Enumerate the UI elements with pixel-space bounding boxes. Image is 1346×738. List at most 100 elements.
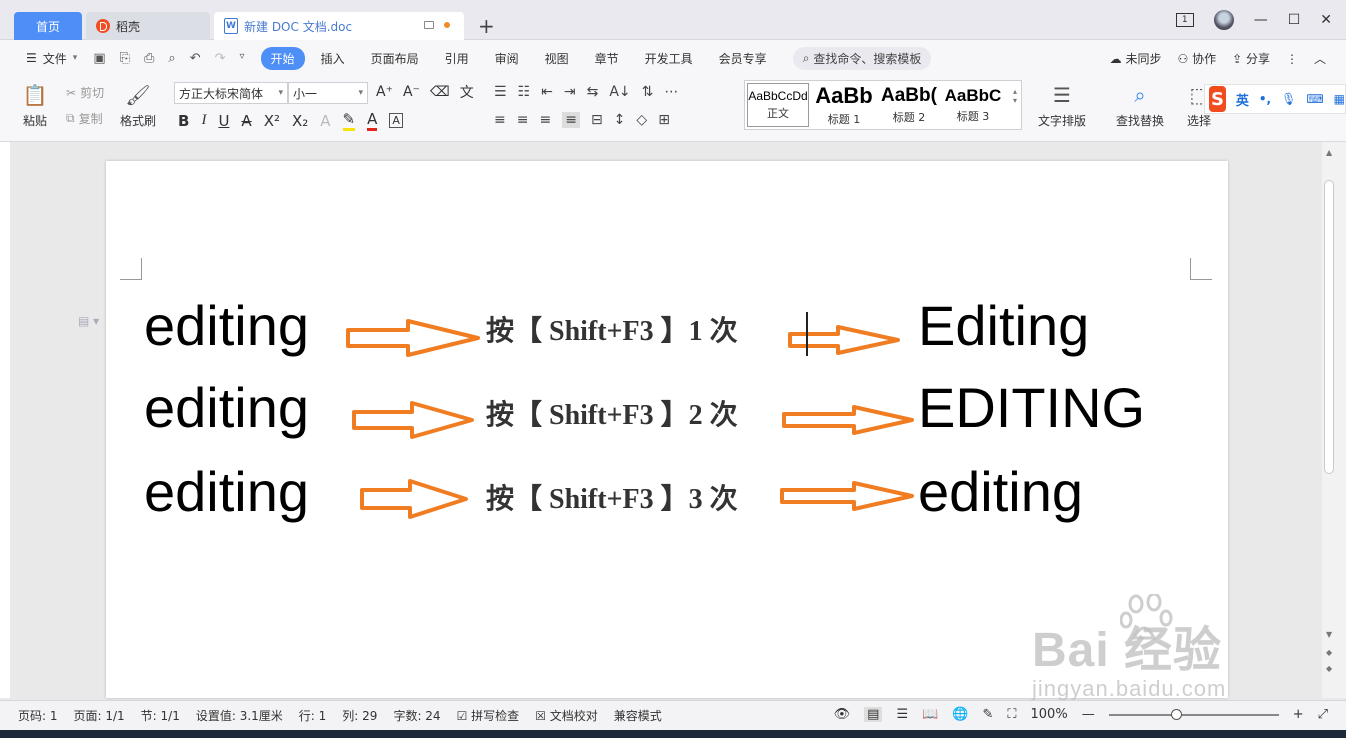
- tab-references[interactable]: 引用: [445, 50, 469, 67]
- justify-icon[interactable]: ≡: [562, 112, 580, 128]
- font-color-icon[interactable]: A: [367, 110, 378, 131]
- redo-icon[interactable]: ↷: [215, 51, 226, 66]
- status-column[interactable]: 列: 29: [342, 707, 377, 724]
- char-border-icon[interactable]: A: [389, 113, 403, 128]
- tab-section[interactable]: 章节: [595, 50, 619, 67]
- zoom-slider[interactable]: [1108, 708, 1279, 720]
- grow-font-icon[interactable]: A⁺: [376, 84, 393, 100]
- numbered-list-icon[interactable]: ☷: [518, 84, 531, 100]
- proofread-toggle[interactable]: ☒ 文档校对: [535, 707, 598, 724]
- tab-start[interactable]: 开始: [260, 46, 305, 70]
- tab-page-layout[interactable]: 页面布局: [371, 50, 419, 67]
- cut-button[interactable]: ✂ 剪切: [66, 84, 104, 101]
- fullscreen-icon[interactable]: ⤢: [1318, 707, 1328, 722]
- highlight-icon[interactable]: ✎: [342, 110, 356, 131]
- shading-icon[interactable]: ◇: [636, 112, 647, 128]
- clear-format-icon[interactable]: ⌫: [430, 84, 450, 100]
- export-icon[interactable]: ⎘: [120, 51, 130, 66]
- keyboard-icon[interactable]: ⌨: [1306, 92, 1323, 106]
- underline-icon[interactable]: U: [218, 112, 229, 130]
- align-center-icon[interactable]: ≡: [517, 112, 529, 128]
- format-painter-button[interactable]: 🖌 格式刷: [120, 80, 156, 129]
- text-effect-icon[interactable]: A: [320, 112, 330, 130]
- undo-icon[interactable]: ↶: [190, 51, 201, 66]
- punctuation-icon[interactable]: •,: [1259, 92, 1271, 106]
- text-direction-icon[interactable]: A↓: [609, 84, 630, 100]
- tab-document[interactable]: W 新建 DOC 文档.doc: [214, 12, 464, 40]
- print-preview-icon[interactable]: ⌕: [168, 51, 175, 66]
- collaborate-button[interactable]: ⚇ 协作: [1178, 50, 1217, 67]
- minimize-button[interactable]: —: [1254, 12, 1268, 28]
- scroll-down-icon[interactable]: ▼: [1326, 630, 1332, 639]
- save-icon[interactable]: ▣: [93, 51, 105, 66]
- writing-mode-icon[interactable]: ✎: [983, 707, 994, 722]
- status-word-count[interactable]: 字数: 24: [393, 707, 440, 724]
- borders-icon[interactable]: ⊞: [658, 112, 670, 128]
- style-heading-3[interactable]: AaBbC 标题 3: [941, 81, 1005, 129]
- eye-protection-icon[interactable]: 👁: [834, 707, 851, 722]
- sync-status[interactable]: ☁ 未同步: [1110, 50, 1162, 67]
- zoom-slider-knob[interactable]: [1170, 708, 1182, 720]
- command-search[interactable]: ⌕ 查找命令、搜索模板: [792, 46, 932, 70]
- tab-insert[interactable]: 插入: [321, 50, 345, 67]
- sort-icon[interactable]: ⇅: [642, 84, 654, 100]
- font-size-select[interactable]: 小一: [288, 82, 368, 104]
- new-tab-button[interactable]: +: [478, 14, 495, 38]
- close-button[interactable]: ✕: [1320, 12, 1332, 28]
- distributed-icon[interactable]: ⊟: [591, 112, 603, 128]
- fit-page-icon[interactable]: ⛶: [1007, 707, 1016, 722]
- outline-view-icon[interactable]: ☰: [896, 707, 908, 722]
- subscript-icon[interactable]: X₂: [292, 112, 308, 130]
- customize-icon[interactable]: ▿: [240, 51, 245, 66]
- chinese-layout-icon[interactable]: ⇆: [587, 84, 599, 100]
- restore-button[interactable]: ☐: [1288, 12, 1301, 28]
- text-layout-button[interactable]: ☰ 文字排版: [1038, 80, 1086, 129]
- shrink-font-icon[interactable]: A⁻: [403, 84, 420, 100]
- tab-home[interactable]: 首页: [14, 12, 82, 40]
- status-setting[interactable]: 设置值: 3.1厘米: [196, 707, 283, 724]
- status-pages[interactable]: 页面: 1/1: [74, 707, 125, 724]
- zoom-out-icon[interactable]: —: [1082, 707, 1095, 722]
- superscript-icon[interactable]: X²: [264, 112, 280, 130]
- style-heading-1[interactable]: AaBb 标题 1: [811, 81, 877, 129]
- page-view-icon[interactable]: ▤: [864, 707, 883, 722]
- ime-language[interactable]: 英: [1236, 90, 1249, 109]
- compat-mode[interactable]: 兼容模式: [614, 707, 662, 724]
- tab-member[interactable]: 会员专享: [719, 50, 767, 67]
- file-menu[interactable]: ☰ 文件 ▾: [26, 50, 77, 67]
- avatar[interactable]: [1213, 10, 1234, 30]
- document-outline-icon[interactable]: ▤ ▾: [78, 314, 99, 328]
- find-replace-button[interactable]: ⌕ 查找替换: [1116, 80, 1164, 129]
- font-name-select[interactable]: 方正大标宋简体: [174, 82, 288, 104]
- tab-view[interactable]: 视图: [545, 50, 569, 67]
- print-icon[interactable]: ⎙: [144, 51, 154, 66]
- style-heading-2[interactable]: AaBb( 标题 2: [877, 81, 941, 129]
- strikethrough-icon[interactable]: A: [241, 112, 251, 130]
- style-gallery-scroll-icon[interactable]: ▴ ▾: [1013, 87, 1017, 105]
- prev-page-icon[interactable]: ◆: [1326, 648, 1332, 657]
- decrease-indent-icon[interactable]: ⇤: [541, 84, 553, 100]
- status-section[interactable]: 节: 1/1: [141, 707, 180, 724]
- collapse-ribbon-icon[interactable]: ︿: [1314, 50, 1326, 67]
- zoom-level[interactable]: 100%: [1031, 707, 1068, 722]
- style-normal[interactable]: AaBbCcDd 正文: [747, 83, 809, 127]
- zoom-in-icon[interactable]: +: [1293, 707, 1304, 722]
- more-icon[interactable]: ⋮: [1286, 52, 1298, 66]
- grid-icon[interactable]: ▦: [1334, 92, 1345, 106]
- show-marks-icon[interactable]: ⋯: [664, 84, 678, 100]
- reading-view-icon[interactable]: 📖: [922, 707, 938, 722]
- tab-daoke[interactable]: 稻壳: [86, 12, 210, 40]
- paste-button[interactable]: 📋 粘贴: [22, 80, 48, 129]
- align-right-icon[interactable]: ≡: [539, 112, 551, 128]
- tab-developer[interactable]: 开发工具: [645, 50, 693, 67]
- scroll-thumb[interactable]: [1324, 180, 1334, 474]
- tab-review[interactable]: 审阅: [495, 50, 519, 67]
- copy-button[interactable]: ⧉ 复制: [66, 110, 103, 127]
- increase-indent-icon[interactable]: ⇥: [564, 84, 576, 100]
- monitor-icon[interactable]: [424, 21, 434, 29]
- bold-icon[interactable]: B: [178, 112, 189, 130]
- next-page-icon[interactable]: ◆: [1326, 664, 1332, 673]
- sogou-logo-icon[interactable]: S: [1209, 86, 1226, 112]
- spell-check-toggle[interactable]: ☑ 拼写检查: [457, 707, 520, 724]
- web-view-icon[interactable]: 🌐: [952, 707, 968, 722]
